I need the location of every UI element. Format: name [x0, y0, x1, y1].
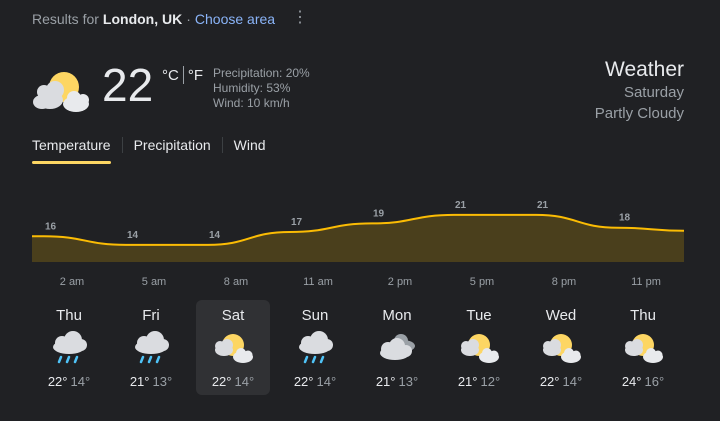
day-forecast-sat[interactable]: Sat 22° 14° [196, 300, 270, 395]
wind-text: Wind: 10 km/h [213, 96, 290, 110]
day-forecast-wed[interactable]: Wed 22° 14° [524, 300, 598, 395]
more-options-icon[interactable]: ⋮ [292, 9, 308, 27]
high-temp: 21° [129, 374, 150, 389]
partly-cloudy-icon [211, 330, 255, 366]
rain-icon [293, 330, 337, 366]
day-temps: 21° 12° [458, 374, 500, 389]
time-tick-label: 5 pm [469, 276, 495, 288]
partly-cloudy-icon [621, 330, 665, 366]
current-condition: Partly Cloudy [594, 105, 684, 122]
high-temp: 22° [293, 374, 314, 389]
time-tick-label: 2 am [59, 276, 85, 288]
day-forecast-tue[interactable]: Tue 21° 12° [442, 300, 516, 395]
temperature-chart: 16 14 14 17 19 21 21 18 [32, 200, 684, 262]
high-temp: 21° [457, 374, 478, 389]
chart-tabs: Temperature Precipitation Wind [32, 136, 266, 164]
tab-precipitation[interactable]: Precipitation [134, 136, 211, 164]
temperature-data-label: 14 [127, 230, 139, 241]
celsius-unit[interactable]: °C [162, 67, 179, 84]
day-temps: 22° 14° [540, 374, 582, 389]
results-header: Results for London, UK · Choose area [32, 10, 275, 28]
weather-title-block: Weather Saturday Partly Cloudy [595, 58, 684, 124]
temperature-data-label: 14 [209, 230, 221, 241]
low-temp: 13° [398, 374, 419, 389]
partly-cloudy-icon [457, 330, 501, 366]
day-name: Tue [466, 307, 492, 324]
day-forecast-thu-next[interactable]: Thu 24° 16° [606, 300, 680, 395]
tab-wind[interactable]: Wind [234, 136, 266, 164]
time-tick-label: 5 am [141, 276, 167, 288]
low-temp: 14° [70, 374, 91, 389]
current-day: Saturday [623, 84, 684, 101]
time-tick-label: 8 am [223, 276, 249, 288]
unit-divider [182, 66, 184, 84]
tab-divider [221, 137, 223, 153]
high-temp: 22° [539, 374, 560, 389]
time-tick-label: 8 pm [551, 276, 577, 288]
rain-icon [47, 330, 91, 366]
day-forecast-fri[interactable]: Fri 21° 13° [114, 300, 188, 395]
day-forecast-mon[interactable]: Mon 21° 13° [360, 300, 434, 395]
partly-cloudy-icon [33, 72, 89, 112]
low-temp: 16° [644, 374, 665, 389]
day-temps: 22° 14° [48, 374, 90, 389]
high-temp: 24° [621, 374, 642, 389]
day-forecast-sun[interactable]: Sun 22° 14° [278, 300, 352, 395]
cloudy-icon [375, 330, 419, 366]
temperature-data-label: 21 [537, 200, 549, 211]
humidity-text: Humidity: 53% [213, 81, 291, 95]
partly-cloudy-icon [539, 330, 583, 366]
tab-temperature[interactable]: Temperature [32, 136, 111, 164]
high-temp: 22° [47, 374, 68, 389]
high-temp: 21° [375, 374, 396, 389]
tab-divider [121, 137, 123, 153]
unit-switcher: °C °F [162, 66, 203, 84]
temperature-data-label: 16 [45, 221, 57, 232]
time-axis: 2 am 5 am 8 am 11 am 2 pm 5 pm 8 pm 11 pm [0, 276, 720, 290]
day-temps: 21° 13° [130, 374, 172, 389]
day-name: Thu [630, 307, 656, 324]
precipitation-text: Precipitation: 20% [213, 66, 310, 80]
daily-forecast: Thu 22° 14° Fri 21° 13° Sat 22° 14° Sun 22°… [32, 300, 688, 395]
day-temps: 22° 14° [294, 374, 336, 389]
location-name: London, UK [102, 11, 183, 27]
temperature-data-label: 21 [455, 200, 467, 211]
weather-title: Weather [605, 58, 684, 81]
day-name: Thu [56, 307, 82, 324]
weather-details: Precipitation: 20% Humidity: 53% Wind: 1… [213, 66, 310, 111]
results-prefix: Results for [32, 11, 99, 27]
day-name: Mon [382, 307, 412, 324]
time-tick-label: 2 pm [387, 276, 413, 288]
day-temps: 21° 13° [376, 374, 418, 389]
day-name: Sat [221, 307, 245, 324]
choose-area-link[interactable]: Choose area [195, 11, 275, 27]
day-name: Sun [301, 307, 329, 324]
temperature-data-label: 18 [619, 213, 631, 224]
day-name: Fri [142, 307, 160, 324]
time-tick-label: 11 am [303, 276, 333, 288]
header-separator: · [186, 11, 191, 27]
temperature-data-label: 19 [373, 208, 385, 219]
fahrenheit-unit[interactable]: °F [188, 67, 203, 84]
time-tick-label: 11 pm [631, 276, 661, 288]
temperature-data-label: 17 [291, 217, 303, 228]
low-temp: 12° [480, 374, 501, 389]
low-temp: 13° [152, 374, 173, 389]
current-temperature: 22 [102, 59, 154, 111]
day-name: Wed [545, 307, 577, 324]
low-temp: 14° [316, 374, 337, 389]
day-forecast-thu[interactable]: Thu 22° 14° [32, 300, 106, 395]
day-temps: 22° 14° [212, 374, 254, 389]
low-temp: 14° [234, 374, 255, 389]
day-temps: 24° 16° [622, 374, 664, 389]
rain-icon [129, 330, 173, 366]
low-temp: 14° [562, 374, 583, 389]
high-temp: 22° [211, 374, 232, 389]
